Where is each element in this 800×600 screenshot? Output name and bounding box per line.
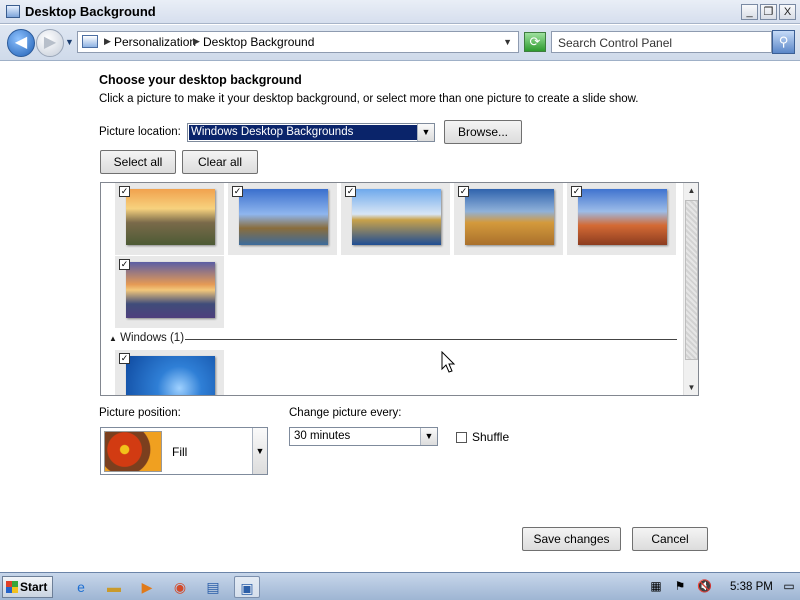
wallpaper-thumbnail bbox=[578, 189, 667, 245]
address-dropdown-icon[interactable]: ▼ bbox=[503, 37, 512, 47]
scroll-up-icon[interactable]: ▲ bbox=[684, 183, 698, 198]
picture-position-value: Fill bbox=[172, 445, 188, 459]
network-icon[interactable]: ▦ bbox=[649, 579, 663, 593]
internet-explorer-icon[interactable]: e bbox=[68, 576, 94, 598]
close-button[interactable]: X bbox=[779, 4, 796, 20]
group-header-windows[interactable]: ▲ Windows (1) bbox=[109, 332, 184, 344]
address-bar[interactable]: ▶ Personalization ▶ Desktop Background ▼ bbox=[77, 31, 519, 53]
fill-preview-icon bbox=[104, 431, 162, 472]
start-button[interactable]: Start bbox=[2, 576, 53, 598]
wallpaper-thumbnail bbox=[126, 189, 215, 245]
checkbox-checked-icon[interactable]: ✓ bbox=[232, 186, 243, 197]
gallery-scrollbar[interactable]: ▲ ▼ bbox=[683, 183, 698, 395]
refresh-icon[interactable]: ⟳ bbox=[524, 32, 546, 52]
flag-icon[interactable]: ⚑ bbox=[673, 579, 687, 593]
control-panel-icon bbox=[82, 35, 98, 48]
group-label: Windows (1) bbox=[120, 332, 185, 344]
scroll-down-icon[interactable]: ▼ bbox=[684, 380, 698, 395]
wallpaper-item[interactable]: ✓ bbox=[454, 183, 563, 255]
wallpaper-item[interactable]: ✓ bbox=[567, 183, 676, 255]
wallpaper-item[interactable]: ✓ bbox=[228, 183, 337, 255]
picture-location-value: Windows Desktop Backgrounds bbox=[189, 125, 417, 140]
shuffle-label[interactable]: Shuffle bbox=[472, 430, 509, 444]
checkbox-checked-icon[interactable]: ✓ bbox=[345, 186, 356, 197]
chrome-icon[interactable]: ◉ bbox=[167, 576, 193, 598]
clear-all-button[interactable]: Clear all bbox=[182, 150, 258, 174]
chevron-down-icon[interactable]: ▼ bbox=[252, 428, 267, 474]
mouse-cursor-icon bbox=[441, 351, 456, 373]
change-picture-label: Change picture every: bbox=[289, 407, 402, 419]
collapse-triangle-icon[interactable]: ▲ bbox=[109, 334, 117, 343]
group-divider bbox=[185, 339, 677, 340]
wallpaper-thumbnail bbox=[126, 356, 215, 395]
navigation-bar: ◀ ▶ ▼ ▶ Personalization ▶ Desktop Backgr… bbox=[0, 25, 800, 61]
change-picture-value: 30 minutes bbox=[294, 430, 351, 442]
forward-arrow-icon[interactable]: ▶ bbox=[36, 29, 64, 57]
scrollbar-thumb[interactable] bbox=[685, 200, 698, 360]
wallpaper-thumbnail bbox=[126, 262, 215, 318]
server-manager-icon[interactable]: ▤ bbox=[200, 576, 226, 598]
wallpaper-item[interactable]: ✓ bbox=[341, 183, 450, 255]
search-icon[interactable]: ⚲ bbox=[772, 30, 795, 54]
breadcrumb-personalization[interactable]: Personalization bbox=[114, 35, 196, 49]
shuffle-checkbox[interactable] bbox=[456, 432, 467, 443]
windows-logo-icon bbox=[6, 581, 18, 593]
breadcrumb-separator-icon[interactable]: ▶ bbox=[193, 36, 200, 47]
change-picture-dropdown[interactable]: 30 minutes ▼ bbox=[289, 427, 438, 446]
recent-pages-chevron-icon[interactable]: ▼ bbox=[65, 37, 74, 47]
checkbox-checked-icon[interactable]: ✓ bbox=[458, 186, 469, 197]
show-desktop-icon[interactable]: ▭ bbox=[782, 579, 796, 593]
save-changes-button[interactable]: Save changes bbox=[522, 527, 621, 551]
control-panel-icon bbox=[6, 5, 20, 18]
page-title: Choose your desktop background bbox=[99, 73, 302, 87]
wallpaper-item[interactable]: ✓ bbox=[115, 350, 224, 395]
checkbox-checked-icon[interactable]: ✓ bbox=[119, 353, 130, 364]
checkbox-checked-icon[interactable]: ✓ bbox=[119, 186, 130, 197]
picture-position-label: Picture position: bbox=[99, 407, 181, 419]
cancel-button[interactable]: Cancel bbox=[632, 527, 708, 551]
wallpaper-thumbnail bbox=[465, 189, 554, 245]
picture-location-dropdown[interactable]: Windows Desktop Backgrounds ▼ bbox=[187, 123, 435, 142]
wallpaper-thumbnail bbox=[352, 189, 441, 245]
page-description: Click a picture to make it your desktop … bbox=[99, 93, 639, 105]
taskbar: Start e ▬ ▶ ◉ ▤ ▣ ▦ ⚑ 🔇 5:38 PM ▭ bbox=[0, 572, 800, 600]
select-all-button[interactable]: Select all bbox=[100, 150, 176, 174]
wallpaper-gallery[interactable]: ✓ ✓ ✓ ✓ ✓ ✓ ▲ Windows (1) ✓ ▲ ▼ bbox=[100, 182, 699, 396]
start-label: Start bbox=[20, 580, 48, 594]
search-input[interactable]: Search Control Panel bbox=[551, 31, 772, 53]
checkbox-checked-icon[interactable]: ✓ bbox=[571, 186, 582, 197]
chevron-down-icon[interactable]: ▼ bbox=[417, 124, 434, 141]
picture-position-dropdown[interactable]: Fill ▼ bbox=[100, 427, 268, 475]
title-bar: Desktop Background _ ❐ X bbox=[0, 0, 800, 24]
clock[interactable]: 5:38 PM bbox=[730, 581, 773, 593]
control-panel-taskbar-icon[interactable]: ▣ bbox=[234, 576, 260, 598]
system-tray: ▦ ⚑ 🔇 5:38 PM ▭ bbox=[641, 575, 800, 599]
chevron-down-icon[interactable]: ▼ bbox=[420, 428, 437, 445]
picture-location-label: Picture location: bbox=[99, 126, 181, 138]
browse-button[interactable]: Browse... bbox=[444, 120, 522, 144]
breadcrumb-separator-icon[interactable]: ▶ bbox=[104, 36, 111, 47]
window-title: Desktop Background bbox=[25, 4, 156, 19]
wallpaper-thumbnail bbox=[239, 189, 328, 245]
search-placeholder: Search Control Panel bbox=[558, 36, 673, 50]
restore-button[interactable]: ❐ bbox=[760, 4, 777, 20]
back-arrow-icon[interactable]: ◀ bbox=[7, 29, 35, 57]
wallpaper-item[interactable]: ✓ bbox=[115, 256, 224, 328]
volume-muted-icon[interactable]: 🔇 bbox=[697, 579, 712, 593]
file-explorer-icon[interactable]: ▬ bbox=[101, 576, 127, 598]
wallpaper-item[interactable]: ✓ bbox=[115, 183, 224, 255]
checkbox-checked-icon[interactable]: ✓ bbox=[119, 259, 130, 270]
minimize-button[interactable]: _ bbox=[741, 4, 758, 20]
breadcrumb-desktop-background[interactable]: Desktop Background bbox=[203, 35, 314, 49]
main-content: Choose your desktop background Click a p… bbox=[0, 62, 800, 572]
media-player-icon[interactable]: ▶ bbox=[134, 576, 160, 598]
